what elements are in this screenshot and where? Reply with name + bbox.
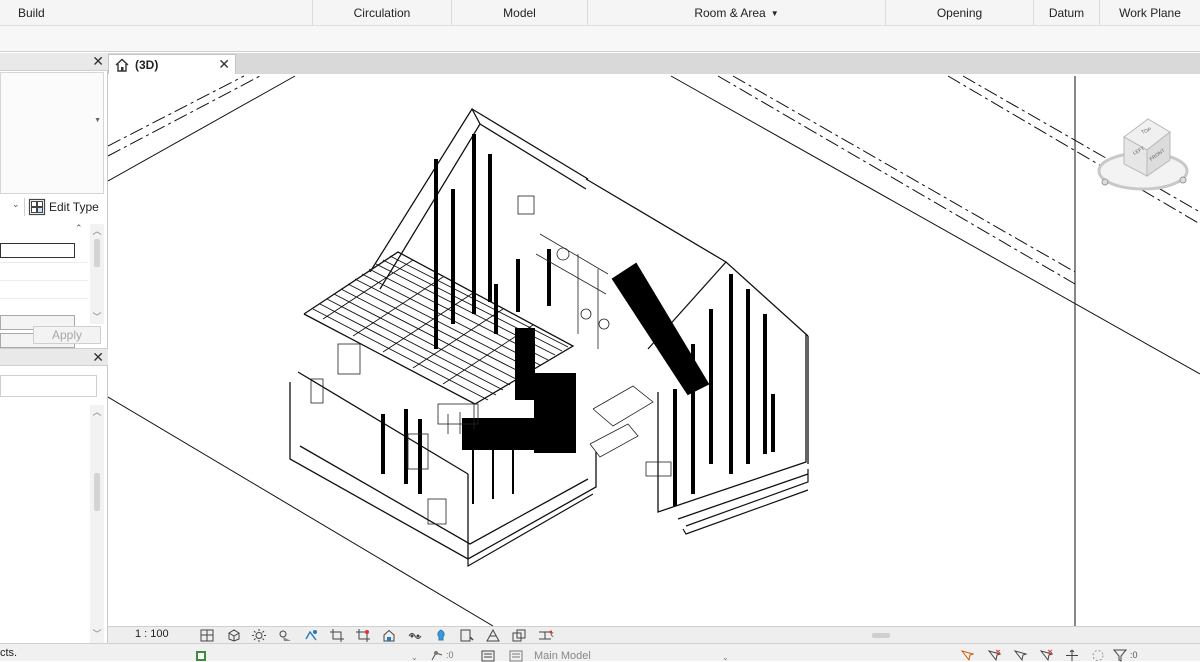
apply-label: Apply: [51, 328, 83, 342]
chevron-down-icon[interactable]: ⌄: [12, 199, 20, 210]
selection-filter-row: ⌄ Edit Type: [0, 196, 106, 218]
worksharing-icon[interactable]: [194, 649, 208, 662]
temporary-hide-icon[interactable]: [402, 628, 428, 642]
browser-scrollbar[interactable]: ︿ ﹀: [90, 405, 104, 643]
status-prompt: cts.: [0, 647, 18, 659]
highlight-displacement-icon[interactable]: [506, 628, 532, 642]
properties-scrollbar[interactable]: ︿ ﹀: [90, 224, 104, 324]
ribbon-panel-room-area[interactable]: Room & Area ▼: [588, 0, 886, 26]
chevron-down-icon[interactable]: ▼: [94, 117, 101, 124]
design-options-icon[interactable]: [509, 649, 523, 662]
divider: [24, 198, 25, 216]
type-selector[interactable]: ▼: [0, 72, 104, 194]
divider: [0, 298, 88, 299]
3d-view-canvas[interactable]: LEFT FRONT TOP: [108, 74, 1200, 626]
show-crop-region-icon[interactable]: [350, 628, 376, 642]
edit-type-icon: [28, 198, 46, 216]
apply-button[interactable]: Apply: [33, 326, 101, 344]
project-browser-search[interactable]: [0, 375, 97, 397]
drag-elements-icon[interactable]: [1065, 649, 1079, 662]
active-model-label[interactable]: Main Model: [534, 650, 591, 662]
divider: [0, 262, 88, 263]
view-scale[interactable]: 1 : 100: [135, 628, 169, 640]
view-tab-strip: (3D) ✕: [108, 53, 1200, 74]
tab-label: (3D): [135, 57, 159, 72]
chevron-left-icon[interactable]: ‹: [550, 627, 554, 641]
scroll-up-icon[interactable]: ︿: [90, 405, 104, 418]
select-links-icon[interactable]: [960, 649, 974, 662]
ribbon-panel-opening[interactable]: Opening: [886, 0, 1034, 26]
ribbon-panel-label: Work Plane: [1119, 6, 1181, 20]
scroll-thumb[interactable]: [94, 473, 100, 511]
workset-count: :0: [446, 650, 454, 660]
ribbon-panel-bar: Build Circulation Model Room & Area ▼ Op…: [0, 0, 1200, 26]
scroll-down-icon[interactable]: ﹀: [90, 627, 104, 640]
ribbon-panel-build[interactable]: Build: [0, 0, 313, 26]
sun-path-icon[interactable]: [246, 628, 272, 642]
editable-only-icon[interactable]: [481, 649, 495, 662]
close-icon[interactable]: ✕: [218, 55, 230, 74]
project-browser-header: ✕: [0, 348, 108, 366]
edit-type-label: Edit Type: [49, 200, 99, 214]
filter-count: :0: [1130, 650, 1138, 660]
visual-style-icon[interactable]: [220, 628, 246, 642]
status-bar: cts. ⌄ :0 Main Model ⌄ :0: [0, 643, 1200, 662]
horizontal-scroll-thumb[interactable]: [872, 633, 890, 638]
reveal-constraints-icon[interactable]: [532, 628, 558, 642]
scroll-up-icon[interactable]: ︿: [90, 224, 104, 237]
scroll-thumb[interactable]: [94, 239, 100, 267]
ribbon-panel-label: Room & Area: [694, 6, 766, 20]
workset-icon[interactable]: [430, 649, 444, 662]
edit-type-button[interactable]: Edit Type: [28, 198, 99, 216]
close-icon[interactable]: ✕: [92, 349, 104, 366]
select-by-face-icon[interactable]: [1039, 649, 1053, 662]
properties-header: ✕: [0, 53, 108, 71]
chevron-down-icon[interactable]: ▼: [771, 9, 779, 18]
crop-view-icon[interactable]: [324, 628, 350, 642]
home-icon: [115, 58, 129, 72]
ribbon-panel-model[interactable]: Model: [452, 0, 588, 26]
render-icon[interactable]: [298, 628, 324, 642]
close-icon[interactable]: ✕: [92, 53, 104, 70]
ribbon-panel-work-plane[interactable]: Work Plane: [1100, 0, 1200, 26]
3d-house-model[interactable]: LEFT FRONT TOP: [108, 74, 1200, 626]
filter-icon[interactable]: [1113, 649, 1127, 662]
show-analytical-model-icon[interactable]: [480, 628, 506, 642]
shadows-icon[interactable]: [272, 628, 298, 642]
select-underlay-icon[interactable]: [987, 649, 1001, 662]
unlock-3d-view-icon[interactable]: [376, 628, 402, 642]
options-bar: [0, 26, 1200, 52]
reveal-hidden-icon[interactable]: [428, 628, 454, 642]
ribbon-panel-circulation[interactable]: Circulation: [313, 0, 452, 26]
divider: [0, 280, 88, 281]
property-value-field[interactable]: [0, 243, 75, 258]
tab-3d-view[interactable]: (3D) ✕: [108, 54, 236, 74]
scroll-down-icon[interactable]: ﹀: [90, 310, 104, 323]
ribbon-panel-label: Build: [18, 6, 45, 20]
background-process-icon[interactable]: [1091, 649, 1105, 662]
ribbon-panel-label: Circulation: [353, 6, 411, 20]
ribbon-panel-datum[interactable]: Datum: [1034, 0, 1100, 26]
detail-level-icon[interactable]: [194, 628, 220, 642]
ribbon-panel-label: Model: [503, 6, 536, 20]
viewcube-icon[interactable]: LEFT FRONT TOP: [1097, 118, 1189, 191]
ribbon-panel-label: Datum: [1048, 6, 1085, 20]
select-pinned-icon[interactable]: [1013, 649, 1027, 662]
temporary-view-properties-icon[interactable]: [454, 628, 480, 642]
view-control-icons: [194, 628, 558, 642]
ribbon-panel-label: Opening: [936, 6, 983, 20]
properties-palette: ✕ ▼ ⌄ Edit Type ⌃ ︿ ﹀ Apply ✕ ︿ ﹀: [0, 53, 108, 643]
collapse-icon[interactable]: ⌃: [75, 223, 83, 234]
view-control-bar: 1 : 100 ‹: [108, 626, 1200, 643]
